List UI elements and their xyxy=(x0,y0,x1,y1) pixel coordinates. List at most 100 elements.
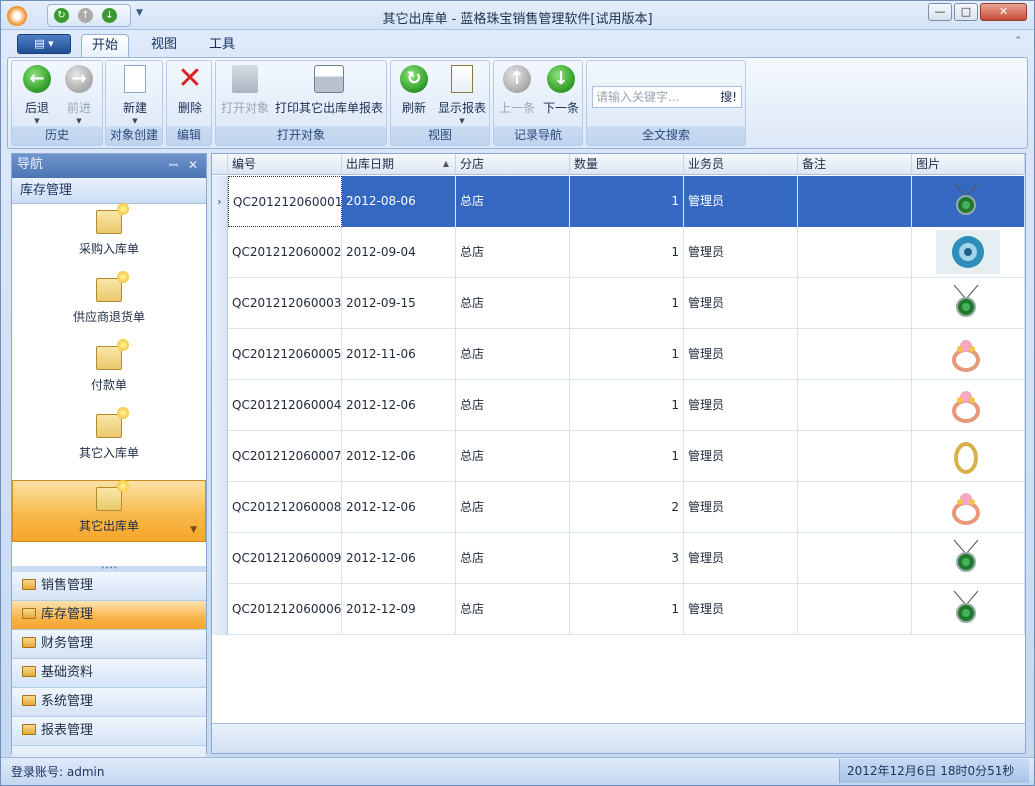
cell-staff[interactable]: 管理员 xyxy=(684,227,798,278)
cell-staff[interactable]: 管理员 xyxy=(684,176,798,227)
pin-icon[interactable]: ꟷ xyxy=(169,155,178,177)
nav-item-other-out[interactable]: 其它出库单 ▼ xyxy=(12,480,206,542)
cell-staff[interactable]: 管理员 xyxy=(684,380,798,431)
module-system[interactable]: 系统管理 xyxy=(12,688,206,717)
column-header-image[interactable]: 图片 xyxy=(912,154,1025,175)
cell-note[interactable] xyxy=(798,329,912,380)
cell-image[interactable] xyxy=(912,278,1025,329)
app-menu-button[interactable]: ▤ ▾ xyxy=(17,34,71,54)
nav-item-payment[interactable]: 付款单 xyxy=(12,339,206,404)
close-icon[interactable]: ✕ xyxy=(188,154,198,176)
nav-item-purchase-in[interactable]: 采购入库单 xyxy=(12,203,206,268)
cell-staff[interactable]: 管理员 xyxy=(684,482,798,533)
column-header-qty[interactable]: 数量 xyxy=(570,154,684,175)
cell-code[interactable]: QC201212060007 xyxy=(228,431,342,482)
cell-date[interactable]: 2012-12-09 xyxy=(342,584,456,635)
minimize-button[interactable]: — xyxy=(928,3,952,21)
cell-note[interactable] xyxy=(798,584,912,635)
row-indicator[interactable] xyxy=(212,278,228,329)
delete-button[interactable]: ✕ 删除 xyxy=(171,64,209,116)
cell-qty[interactable]: 1 xyxy=(570,278,684,329)
cell-branch[interactable]: 总店 xyxy=(456,431,570,482)
cell-branch[interactable]: 总店 xyxy=(456,380,570,431)
cell-note[interactable] xyxy=(798,176,912,227)
table-row[interactable]: QC201212060009 2012-12-06 总店 3 管理员 xyxy=(212,533,1025,584)
column-header-date[interactable]: 出库日期 ▲ xyxy=(342,154,456,175)
table-row[interactable]: QC201212060003 2012-09-15 总店 1 管理员 xyxy=(212,278,1025,329)
cell-note[interactable] xyxy=(798,431,912,482)
cell-image[interactable] xyxy=(912,227,1025,278)
cell-code[interactable]: QC201212060006 xyxy=(228,584,342,635)
cell-qty[interactable]: 3 xyxy=(570,533,684,584)
cell-date[interactable]: 2012-12-06 xyxy=(342,380,456,431)
cell-image[interactable] xyxy=(912,176,1025,227)
cell-staff[interactable]: 管理员 xyxy=(684,431,798,482)
row-indicator[interactable] xyxy=(212,227,228,278)
cell-code[interactable]: QC201212060004 xyxy=(228,380,342,431)
print-report-button[interactable]: 打印其它出库单报表 xyxy=(274,65,384,116)
cell-image[interactable] xyxy=(912,482,1025,533)
row-indicator[interactable]: › xyxy=(212,176,228,227)
cell-branch[interactable]: 总店 xyxy=(456,176,570,227)
table-row[interactable]: QC201212060007 2012-12-06 总店 1 管理员 xyxy=(212,431,1025,482)
cell-image[interactable] xyxy=(912,329,1025,380)
cell-note[interactable] xyxy=(798,278,912,329)
tab-tools[interactable]: 工具 xyxy=(199,34,245,57)
cell-branch[interactable]: 总店 xyxy=(456,482,570,533)
cell-branch[interactable]: 总店 xyxy=(456,278,570,329)
table-row[interactable]: QC201212060008 2012-12-06 总店 2 管理员 xyxy=(212,482,1025,533)
prev-record-button[interactable]: ↑ 上一条 xyxy=(496,65,538,116)
maximize-button[interactable]: □ xyxy=(954,3,978,21)
cell-branch[interactable]: 总店 xyxy=(456,329,570,380)
cell-note[interactable] xyxy=(798,380,912,431)
cell-code[interactable]: QC201212060003 xyxy=(228,278,342,329)
search-input[interactable]: 请输入关键字... 搜! xyxy=(592,86,742,108)
column-header-note[interactable]: 备注 xyxy=(798,154,912,175)
cell-date[interactable]: 2012-09-15 xyxy=(342,278,456,329)
cell-note[interactable] xyxy=(798,533,912,584)
cell-code[interactable]: QC201212060001 xyxy=(228,176,342,227)
nav-item-supplier-return[interactable]: 供应商退货单 xyxy=(12,271,206,336)
cell-branch[interactable]: 总店 xyxy=(456,533,570,584)
refresh-button[interactable]: ↻ 刷新 xyxy=(395,65,433,116)
cell-date[interactable]: 2012-11-06 xyxy=(342,329,456,380)
back-button[interactable]: ← 后退 ▼ xyxy=(18,65,56,125)
cell-note[interactable] xyxy=(798,227,912,278)
table-row[interactable]: QC201212060004 2012-12-06 总店 1 管理员 xyxy=(212,380,1025,431)
cell-qty[interactable]: 1 xyxy=(570,584,684,635)
table-row[interactable]: QC201212060002 2012-09-04 总店 1 管理员 xyxy=(212,227,1025,278)
cell-note[interactable] xyxy=(798,482,912,533)
cell-staff[interactable]: 管理员 xyxy=(684,278,798,329)
cell-qty[interactable]: 2 xyxy=(570,482,684,533)
cell-code[interactable]: QC201212060005 xyxy=(228,329,342,380)
column-header-staff[interactable]: 业务员 xyxy=(684,154,798,175)
table-row[interactable]: › QC201212060001 2012-08-06 总店 1 管理员 xyxy=(212,176,1025,227)
row-indicator[interactable] xyxy=(212,584,228,635)
cell-qty[interactable]: 1 xyxy=(570,176,684,227)
row-indicator[interactable] xyxy=(212,482,228,533)
row-indicator[interactable] xyxy=(212,380,228,431)
new-button[interactable]: 新建 ▼ xyxy=(116,65,154,125)
module-inventory[interactable]: 库存管理 xyxy=(12,601,206,630)
cell-branch[interactable]: 总店 xyxy=(456,227,570,278)
table-row[interactable]: QC201212060006 2012-12-09 总店 1 管理员 xyxy=(212,584,1025,635)
nav-item-other-in[interactable]: 其它入库单 xyxy=(12,407,206,472)
cell-image[interactable] xyxy=(912,380,1025,431)
cell-date[interactable]: 2012-12-06 xyxy=(342,482,456,533)
cell-date[interactable]: 2012-09-04 xyxy=(342,227,456,278)
cell-code[interactable]: QC201212060008 xyxy=(228,482,342,533)
row-indicator[interactable] xyxy=(212,431,228,482)
cell-branch[interactable]: 总店 xyxy=(456,584,570,635)
row-indicator[interactable] xyxy=(212,533,228,584)
close-button[interactable]: ✕ xyxy=(980,3,1027,21)
row-indicator[interactable] xyxy=(212,329,228,380)
module-reports[interactable]: 报表管理 xyxy=(12,717,206,746)
module-sales[interactable]: 销售管理 xyxy=(12,572,206,601)
cell-staff[interactable]: 管理员 xyxy=(684,533,798,584)
search-button[interactable]: 搜! xyxy=(720,87,737,107)
cell-qty[interactable]: 1 xyxy=(570,329,684,380)
cell-code[interactable]: QC201212060009 xyxy=(228,533,342,584)
show-report-button[interactable]: 显示报表 ▼ xyxy=(435,65,489,125)
column-header-code[interactable]: 编号 xyxy=(228,154,342,175)
cell-date[interactable]: 2012-08-06 xyxy=(342,176,456,227)
